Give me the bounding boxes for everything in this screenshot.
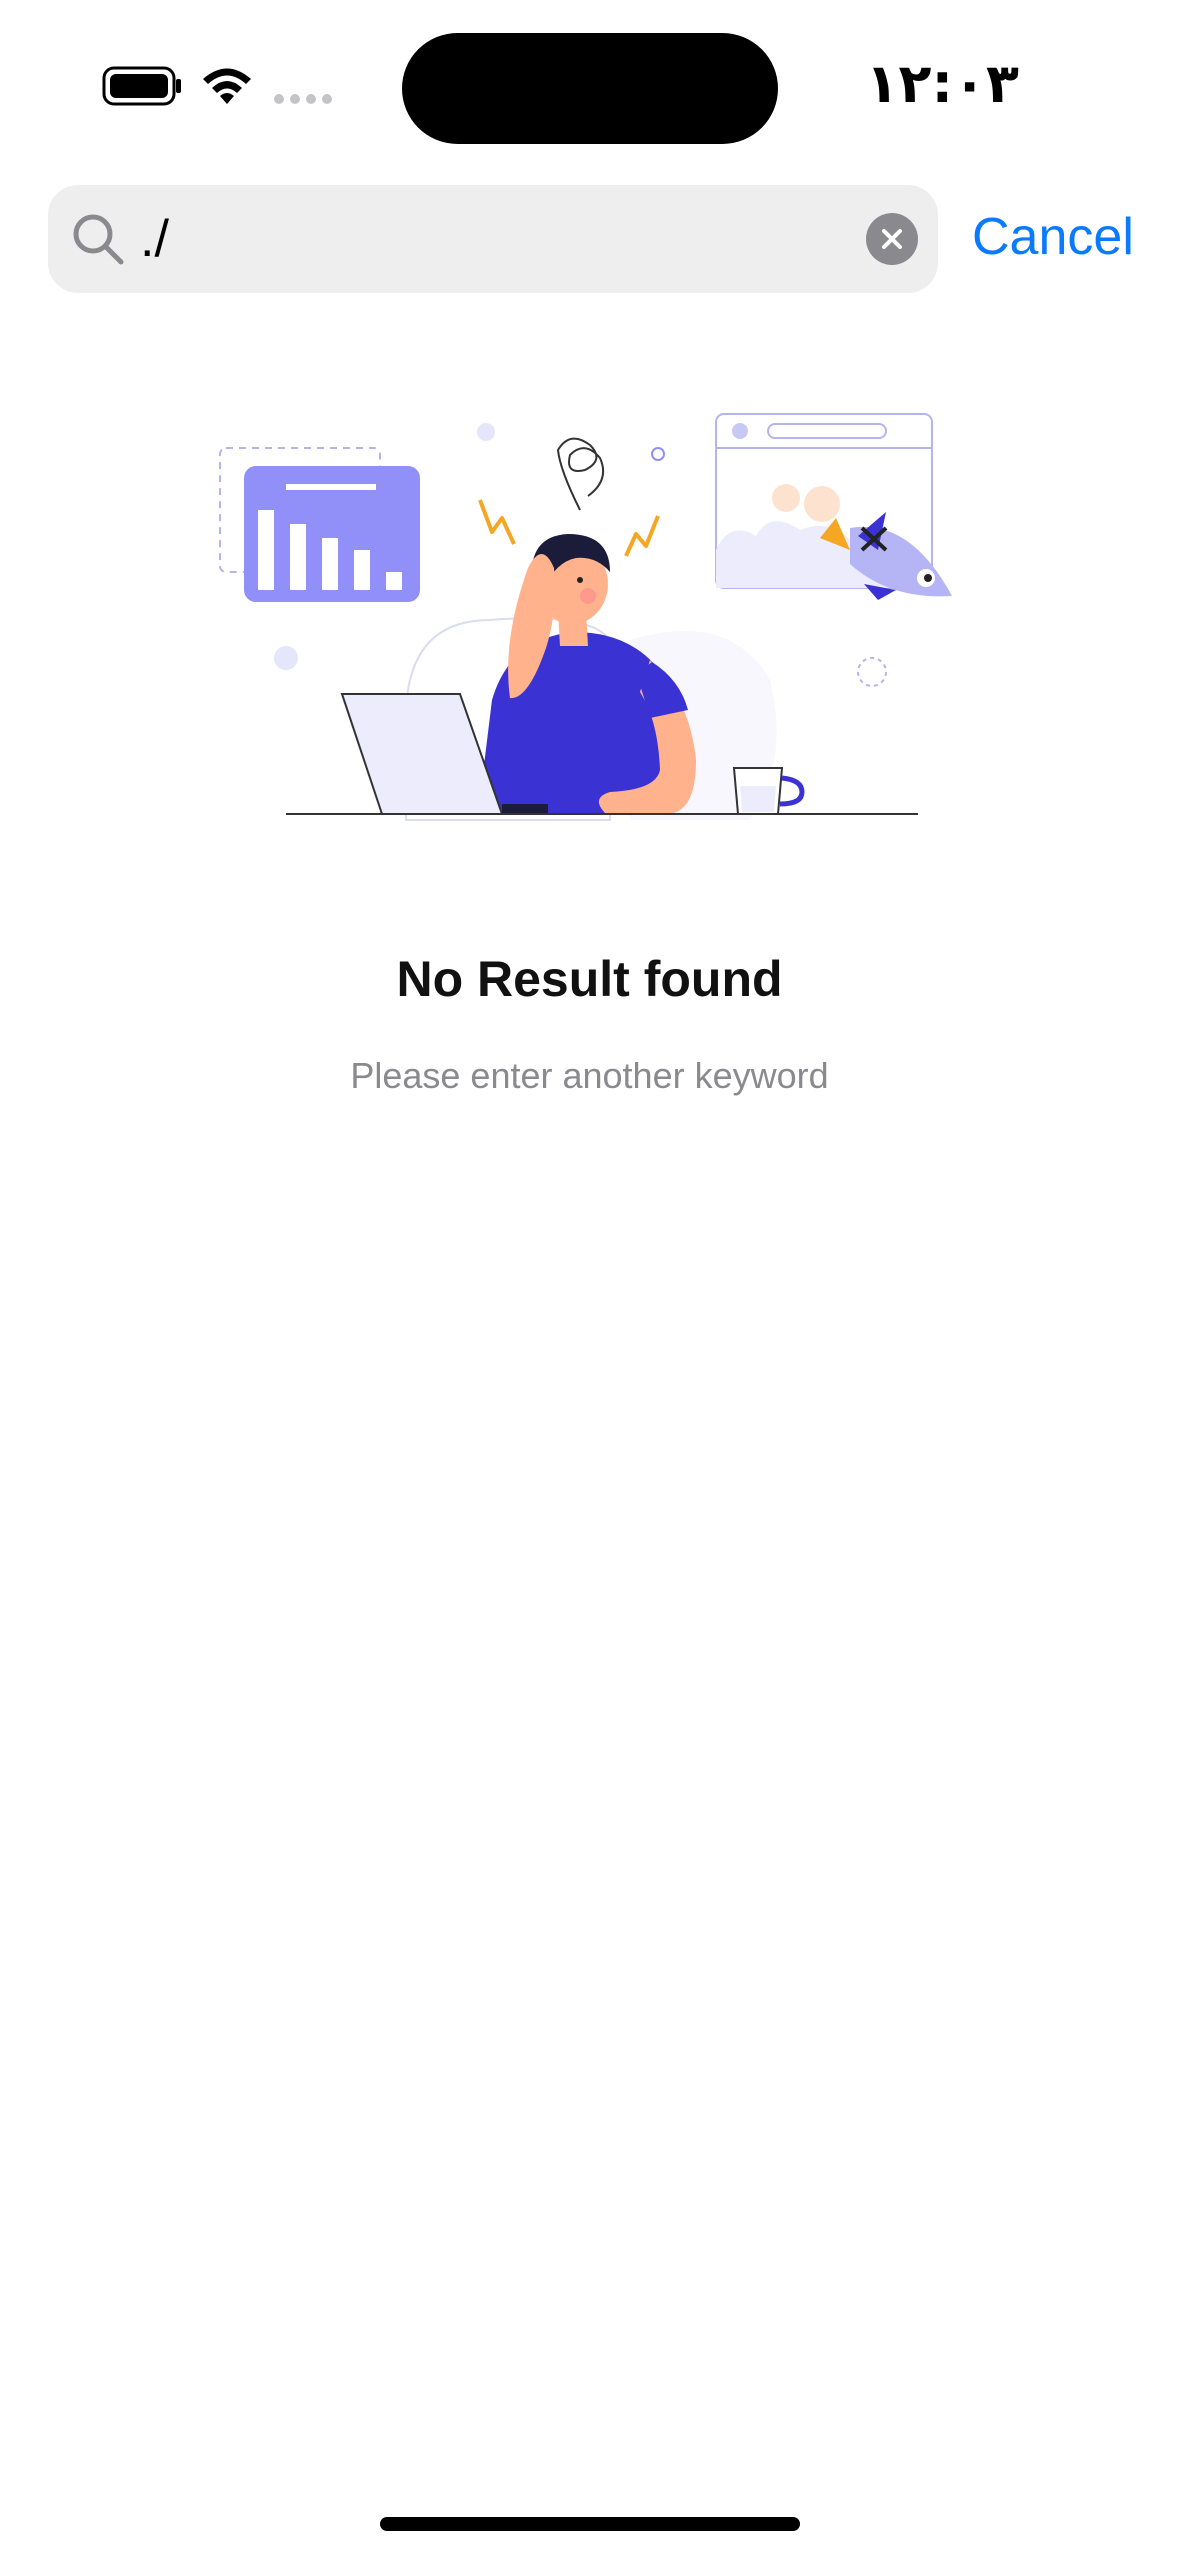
home-indicator[interactable] (380, 2517, 800, 2531)
search-field[interactable]: ./ (48, 185, 938, 293)
empty-state-subtitle: Please enter another keyword (350, 1055, 829, 1096)
search-input[interactable]: ./ (140, 209, 169, 269)
cancel-button[interactable]: Cancel (972, 205, 1134, 269)
no-results-illustration (219, 413, 952, 821)
status-time: ١٢:٠٣ (865, 52, 1019, 115)
wifi-icon (203, 68, 251, 104)
dynamic-island (402, 33, 778, 144)
signal-icon (274, 94, 332, 104)
search-icon (73, 214, 124, 265)
clear-icon (882, 229, 902, 249)
status-bar: ١٢:٠٣ (0, 0, 1179, 170)
clear-search-button[interactable] (866, 213, 918, 265)
empty-state-title: No Result found (396, 951, 783, 1007)
battery-icon (102, 66, 181, 106)
